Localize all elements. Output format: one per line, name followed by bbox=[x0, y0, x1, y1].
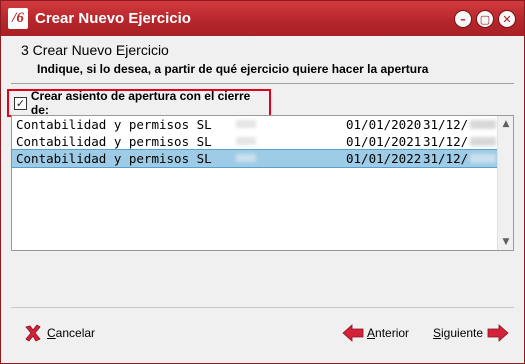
scroll-up-icon[interactable]: ▲ bbox=[498, 116, 514, 132]
arrow-right-icon bbox=[487, 324, 509, 342]
next-mnemonic: S bbox=[433, 326, 442, 340]
end-date: 31/12/ bbox=[423, 151, 469, 166]
company-name: Contabilidad y permisos SL bbox=[16, 117, 212, 132]
redacted-code bbox=[236, 120, 256, 128]
opening-entry-checkbox[interactable]: ✓ bbox=[14, 96, 27, 110]
minimize-icon[interactable]: – bbox=[454, 10, 472, 28]
list-item-selected[interactable]: Contabilidad y permisos SL 01/01/2022 31… bbox=[11, 149, 498, 168]
redacted-code bbox=[236, 154, 256, 162]
vertical-scrollbar[interactable]: ▲ ▼ bbox=[497, 116, 513, 250]
end-date: 31/12/ bbox=[423, 134, 469, 149]
next-button[interactable]: Siguiente bbox=[433, 321, 509, 345]
dialog-window: /6 Crear Nuevo Ejercicio – ▢ ✕ 3 Crear N… bbox=[0, 0, 525, 364]
redacted-year bbox=[470, 154, 496, 163]
arrow-left-icon bbox=[342, 324, 364, 342]
next-label: iguiente bbox=[441, 326, 484, 340]
redacted-code bbox=[236, 137, 256, 145]
step-subtitle: Indique, si lo desea, a partir de qué ej… bbox=[37, 62, 429, 76]
header-divider bbox=[11, 83, 514, 84]
exercise-rows: Contabilidad y permisos SL 01/01/2020 31… bbox=[11, 116, 498, 168]
redacted-year bbox=[470, 120, 496, 129]
footer-divider bbox=[11, 307, 514, 308]
back-label: nterior bbox=[375, 326, 410, 340]
back-mnemonic: A bbox=[367, 326, 376, 340]
opening-entry-option[interactable]: ✓ Crear asiento de apertura con el cierr… bbox=[7, 89, 271, 117]
exercise-list[interactable]: Contabilidad y permisos SL 01/01/2020 31… bbox=[11, 115, 514, 251]
window-title: Crear Nuevo Ejercicio bbox=[35, 10, 191, 27]
company-name: Contabilidad y permisos SL bbox=[16, 134, 212, 149]
list-item[interactable]: Contabilidad y permisos SL 01/01/2020 31… bbox=[12, 116, 497, 133]
opening-entry-label: Crear asiento de apertura con el cierre … bbox=[30, 89, 251, 117]
end-date: 31/12/ bbox=[423, 117, 469, 132]
redacted-year bbox=[470, 137, 496, 146]
maximize-icon[interactable]: ▢ bbox=[476, 10, 494, 28]
start-date: 01/01/2022 bbox=[346, 151, 422, 166]
wizard-header: 3 Crear Nuevo Ejercicio Indique, si lo d… bbox=[1, 36, 524, 84]
list-item[interactable]: Contabilidad y permisos SL 01/01/2021 31… bbox=[12, 133, 497, 150]
step-title: 3 Crear Nuevo Ejercicio bbox=[21, 42, 169, 58]
title-bar[interactable]: /6 Crear Nuevo Ejercicio – ▢ ✕ bbox=[1, 1, 524, 36]
start-date: 01/01/2021 bbox=[346, 134, 422, 149]
scroll-down-icon[interactable]: ▼ bbox=[498, 234, 514, 250]
app-logo-icon: /6 bbox=[8, 8, 28, 29]
window-controls: – ▢ ✕ bbox=[454, 10, 516, 28]
cancel-button[interactable]: Cancelar bbox=[23, 321, 95, 345]
close-icon[interactable]: ✕ bbox=[498, 10, 516, 28]
back-button[interactable]: Anterior bbox=[342, 321, 409, 345]
cancel-x-icon bbox=[25, 324, 41, 342]
cancel-label: ancelar bbox=[55, 326, 96, 340]
start-date: 01/01/2020 bbox=[346, 117, 422, 132]
cancel-mnemonic: C bbox=[47, 326, 56, 340]
company-name: Contabilidad y permisos SL bbox=[16, 151, 212, 166]
